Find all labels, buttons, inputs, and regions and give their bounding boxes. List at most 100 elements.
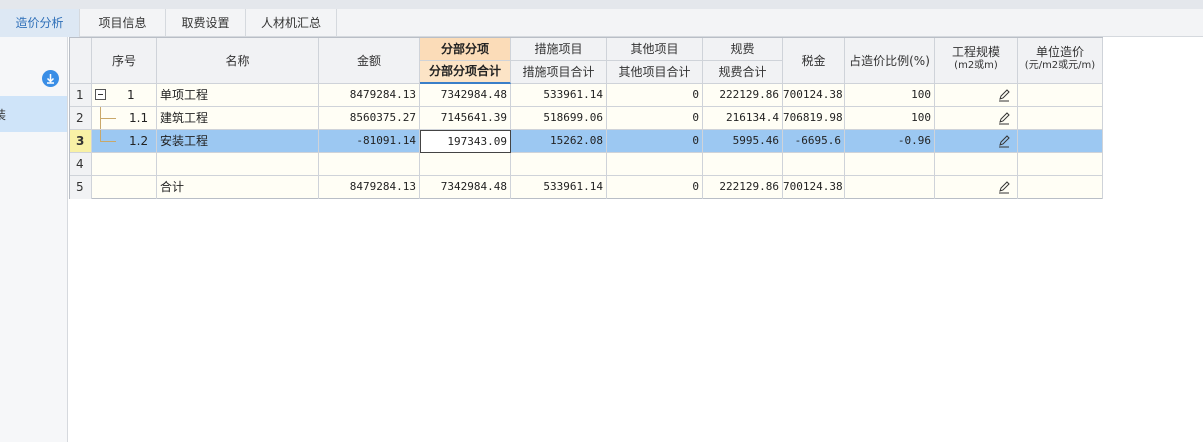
name-cell-total[interactable]: 合计 [157,176,319,199]
header-seq[interactable]: 序号 [92,38,157,84]
header-gf[interactable]: 规费 [703,38,783,61]
tab-bar: 造价分析 项目信息 取费设置 人材机汇总 [0,9,1203,37]
scale-cell[interactable] [935,153,1018,176]
ratio-cell[interactable]: 100 [845,84,935,107]
qtxm-cell[interactable] [607,153,703,176]
tax-cell[interactable] [783,153,845,176]
unit-cost-cell[interactable] [1018,176,1103,199]
row-number[interactable]: 1 [70,84,92,107]
unit-cost-cell[interactable] [1018,153,1103,176]
collapse-icon[interactable] [95,89,106,100]
row-number-selected[interactable]: 3 [70,130,92,153]
scale-cell[interactable] [935,84,1018,107]
tax-cell[interactable]: 706819.98 [783,107,845,130]
edit-pencil-icon[interactable] [997,134,1011,148]
tree-line [100,118,116,119]
amount-cell[interactable]: 8479284.13 [319,176,420,199]
csxm-cell[interactable]: 533961.14 [511,176,607,199]
seq-cell[interactable] [92,176,157,199]
header-csxm-total[interactable]: 措施项目合计 [511,61,607,84]
name-cell[interactable]: 建筑工程 [157,107,319,130]
gf-cell[interactable] [703,153,783,176]
cost-analysis-table: 序号 名称 金额 分部分项 分部分项合计 措施项目 措施项目合计 其他项目 其他… [69,37,1103,199]
gf-cell[interactable]: 222129.86 [703,176,783,199]
name-cell[interactable]: 安装工程 [157,130,319,153]
csxm-cell[interactable]: 518699.06 [511,107,607,130]
scale-cell[interactable] [935,107,1018,130]
header-fbfx-total[interactable]: 分部分项合计 [420,61,511,84]
header-qtxm[interactable]: 其他项目 [607,38,703,61]
edit-pencil-icon[interactable] [997,88,1011,102]
scale-cell[interactable] [935,130,1018,153]
header-gf-total[interactable]: 规费合计 [703,61,783,84]
fbfx-cell[interactable]: 7342984.48 [420,176,511,199]
tax-cell[interactable]: -6695.6 [783,130,845,153]
unit-cost-cell[interactable] [1018,130,1103,153]
name-cell[interactable] [157,153,319,176]
tab-labor-material-summary[interactable]: 人材机汇总 [246,9,337,37]
title-strip [0,0,1203,9]
tab-fee-settings[interactable]: 取费设置 [166,9,246,37]
unit-cost-cell[interactable] [1018,107,1103,130]
header-scale-line2: (m2或m) [954,60,998,71]
ratio-cell[interactable]: -0.96 [845,130,935,153]
fbfx-cell[interactable] [420,153,511,176]
ratio-cell[interactable] [845,176,935,199]
header-unit-line2: (元/m2或元/m) [1024,60,1096,71]
row-number[interactable]: 2 [70,107,92,130]
seq-cell[interactable]: 1.1 [92,107,157,130]
tax-cell[interactable]: 700124.38 [783,84,845,107]
row-number[interactable]: 5 [70,176,92,199]
csxm-cell[interactable]: 15262.08 [511,130,607,153]
scale-cell[interactable] [935,176,1018,199]
tab-project-info[interactable]: 项目信息 [80,9,166,37]
seq-value: 1.2 [129,134,149,148]
sidebar: 装 [0,37,68,442]
gf-cell[interactable]: 222129.86 [703,84,783,107]
sidebar-item-label: 装 [0,108,7,122]
header-amount[interactable]: 金额 [319,38,420,84]
header-qtxm-total[interactable]: 其他项目合计 [607,61,703,84]
fbfx-cell-active[interactable]: 197343.09 [420,130,511,153]
edit-pencil-icon[interactable] [997,111,1011,125]
name-cell[interactable]: 单项工程 [157,84,319,107]
amount-cell[interactable]: -81091.14 [319,130,420,153]
header-tax[interactable]: 税金 [783,38,845,84]
seq-cell[interactable]: 1 [92,84,157,107]
qtxm-cell[interactable]: 0 [607,84,703,107]
row-number[interactable]: 4 [70,153,92,176]
seq-cell[interactable]: 1.2 [92,130,157,153]
header-corner [70,38,92,84]
header-unit-line1: 单位造价 [1035,45,1084,59]
seq-cell[interactable] [92,153,157,176]
amount-cell[interactable] [319,153,420,176]
amount-cell[interactable]: 8560375.27 [319,107,420,130]
sidebar-item-selected[interactable]: 装 [0,96,67,132]
unit-cost-cell[interactable] [1018,84,1103,107]
header-scale[interactable]: 工程规模 (m2或m) [935,38,1018,84]
qtxm-cell[interactable]: 0 [607,176,703,199]
qtxm-cell[interactable]: 0 [607,107,703,130]
edit-pencil-icon[interactable] [997,180,1011,194]
header-name[interactable]: 名称 [157,38,319,84]
fbfx-cell[interactable]: 7342984.48 [420,84,511,107]
fbfx-cell[interactable]: 7145641.39 [420,107,511,130]
ratio-cell[interactable]: 100 [845,107,935,130]
header-csxm[interactable]: 措施项目 [511,38,607,61]
gf-cell[interactable]: 5995.46 [703,130,783,153]
header-ratio[interactable]: 占造价比例(%) [845,38,935,84]
qtxm-cell[interactable]: 0 [607,130,703,153]
amount-cell[interactable]: 8479284.13 [319,84,420,107]
header-unit-cost[interactable]: 单位造价 (元/m2或元/m) [1018,38,1103,84]
csxm-cell[interactable]: 533961.14 [511,84,607,107]
ratio-cell[interactable] [845,153,935,176]
csxm-cell[interactable] [511,153,607,176]
seq-value: 1.1 [129,111,149,125]
tax-cell[interactable]: 700124.38 [783,176,845,199]
header-scale-line1: 工程规模 [951,45,1000,59]
header-fbfx[interactable]: 分部分项 [420,38,511,61]
gf-cell[interactable]: 216134.4 [703,107,783,130]
download-icon[interactable] [42,70,59,87]
tree-line [100,141,116,142]
tab-cost-analysis[interactable]: 造价分析 [0,9,80,37]
